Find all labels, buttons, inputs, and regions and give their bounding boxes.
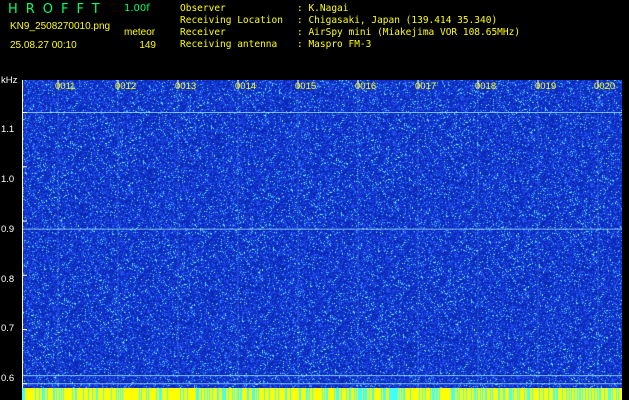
header-panel: HROFFT 1.00f KN9_2508270010.png meteor 2… (0, 0, 629, 76)
freq-unit-label: kHz (1, 75, 18, 86)
spectrogram-plot (22, 80, 622, 400)
time-tick-0015: 0015 (295, 81, 317, 92)
location-label: Receiving Location (180, 15, 283, 26)
time-tick-0020: 0020 (594, 81, 616, 92)
receiver-value: : AirSpy mini (Miakejima VOR 108.65MHz) (297, 27, 521, 38)
freq-tick-0-7: 0.7 (1, 323, 15, 334)
receiver-label: Receiver (180, 27, 226, 38)
freq-tick-0-6: 0.6 (1, 373, 15, 384)
signal-level-bar (22, 388, 622, 400)
version-label: 1.00f (124, 3, 150, 14)
time-tick-0017: 0017 (415, 81, 437, 92)
time-tick-0018: 0018 (475, 81, 497, 92)
observer-value: : K.Nagai (297, 3, 349, 14)
mode-label: meteor (124, 27, 156, 38)
spectrogram-overlay (22, 80, 622, 400)
antenna-label: Receiving antenna (180, 39, 278, 50)
count-label: 149 (139, 40, 156, 51)
time-tick-0013: 0013 (175, 81, 197, 92)
location-value: : Chigasaki, Japan (139.414 35.340) (297, 15, 498, 26)
freq-tick-1-0: 1.0 (1, 174, 15, 185)
time-tick-0012: 0012 (115, 81, 137, 92)
antenna-value: : Maspro FM-3 (297, 39, 372, 50)
time-tick-0019: 0019 (535, 81, 557, 92)
filename-label: KN9_2508270010.png (10, 21, 111, 32)
time-tick-0011: 0011 (55, 81, 76, 92)
freq-tick-1-1: 1.1 (1, 124, 15, 135)
app-title: HROFFT (8, 2, 108, 17)
time-tick-0016: 0016 (355, 81, 377, 92)
freq-tick-0-8: 0.8 (1, 274, 15, 285)
time-tick-0014: 0014 (235, 81, 257, 92)
observer-label: Observer (180, 3, 226, 14)
datetime-label: 25.08.27 00:10 (10, 40, 77, 51)
freq-tick-0-9: 0.9 (1, 224, 15, 235)
